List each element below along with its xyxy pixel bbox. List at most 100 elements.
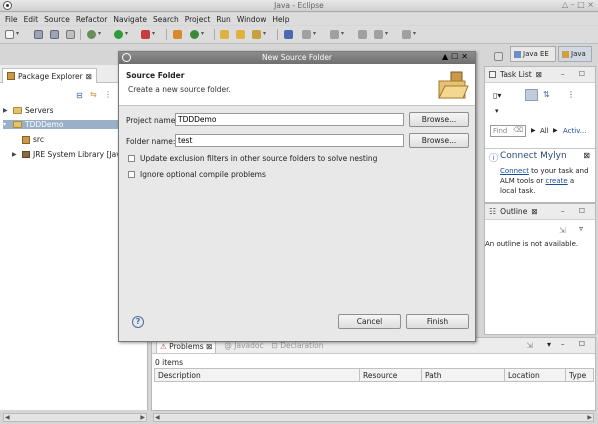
next-annotation-icon[interactable] xyxy=(302,30,311,39)
mylyn-connect-link[interactable]: Connect xyxy=(500,167,529,175)
task-find-input[interactable]: Find ⌫ xyxy=(490,125,526,137)
new-task-icon[interactable]: ▯▾ xyxy=(493,91,501,100)
debug-icon[interactable] xyxy=(87,30,96,39)
next-annotation-dropdown-icon[interactable]: ▾ xyxy=(313,30,316,37)
folder-name-input[interactable] xyxy=(175,134,404,147)
menu-edit[interactable]: Edit xyxy=(24,15,39,24)
open-perspective-icon[interactable] xyxy=(494,52,503,61)
new-dropdown-icon[interactable]: ▾ xyxy=(16,30,19,37)
panel-minmax-controls[interactable]: – ☐ xyxy=(561,207,591,215)
dialog-window-controls[interactable]: ▲☐✕ xyxy=(442,52,471,61)
expand-arrow-icon[interactable]: ▶ xyxy=(3,107,10,114)
tree-item-src[interactable]: src xyxy=(22,135,44,144)
horizontal-scrollbar[interactable]: ◀ ▶ xyxy=(3,413,147,422)
prev-annotation-dropdown-icon[interactable]: ▾ xyxy=(341,30,344,37)
forward-icon[interactable] xyxy=(402,30,411,39)
tree-item-jre[interactable]: ▶ JRE System Library [Java xyxy=(12,150,125,159)
menu-file[interactable]: File xyxy=(5,15,18,24)
column-resource[interactable]: Resource xyxy=(360,369,422,381)
perspective-java-ee[interactable]: Java EE xyxy=(510,46,556,62)
tab-declaration[interactable]: ⊡ Declaration xyxy=(272,341,324,350)
ignore-compile-problems-checkbox[interactable] xyxy=(128,171,135,178)
collapse-all-icon[interactable]: ⊟ xyxy=(76,91,83,100)
open-type-icon[interactable] xyxy=(220,30,229,39)
scroll-right-icon[interactable]: ▶ xyxy=(140,414,145,421)
help-button[interactable]: ? xyxy=(132,316,144,328)
new-java-project-icon[interactable] xyxy=(173,30,182,39)
open-task-icon[interactable] xyxy=(236,30,245,39)
close-icon[interactable]: ⊠ xyxy=(531,207,537,216)
task-filter-all[interactable]: All xyxy=(540,127,549,135)
panel-minmax-controls[interactable]: – ☐ xyxy=(561,340,591,348)
mylyn-create-link[interactable]: create xyxy=(545,177,567,185)
link-with-editor-icon[interactable]: ⇆ xyxy=(90,90,97,99)
new-class-icon[interactable] xyxy=(190,30,199,39)
prev-annotation-icon[interactable] xyxy=(330,30,339,39)
scroll-left-icon[interactable]: ◀ xyxy=(155,414,160,421)
scroll-right-icon[interactable]: ▶ xyxy=(587,414,592,421)
tab-package-explorer[interactable]: Package Explorer ⊠ xyxy=(2,68,97,83)
column-location[interactable]: Location xyxy=(505,369,566,381)
tab-outline[interactable]: Outline xyxy=(500,207,527,216)
categorized-icon[interactable] xyxy=(525,89,538,101)
last-edit-icon[interactable] xyxy=(358,30,367,39)
project-name-input[interactable] xyxy=(175,113,404,126)
column-type[interactable]: Type xyxy=(566,369,593,381)
close-icon[interactable]: ⊠ xyxy=(583,151,590,160)
tree-item-servers[interactable]: ▶ Servers xyxy=(3,106,54,115)
close-icon[interactable]: ⊠ xyxy=(206,342,212,351)
outline-view-menu-icon[interactable]: ▿ xyxy=(579,224,583,233)
run-dropdown-icon[interactable]: ▾ xyxy=(125,30,128,37)
cancel-button[interactable]: Cancel xyxy=(338,314,401,329)
print-icon[interactable] xyxy=(66,30,75,39)
column-description[interactable]: Description xyxy=(155,369,360,381)
tab-task-list[interactable]: Task List xyxy=(500,70,532,79)
search-icon[interactable] xyxy=(252,30,261,39)
perspective-java[interactable]: Java xyxy=(558,46,592,62)
menu-source[interactable]: Source xyxy=(44,15,70,24)
close-icon[interactable]: ⊠ xyxy=(536,70,542,79)
back-dropdown-icon[interactable]: ▾ xyxy=(385,30,388,37)
view-menu-icon[interactable]: ⋮ xyxy=(104,90,112,99)
new-class-dropdown-icon[interactable]: ▾ xyxy=(201,30,204,37)
menu-project[interactable]: Project xyxy=(185,15,211,24)
menu-help[interactable]: Help xyxy=(272,15,289,24)
task-activate-link[interactable]: Activ... xyxy=(563,127,586,135)
finish-button[interactable]: Finish xyxy=(406,314,469,329)
search-dropdown-icon[interactable]: ▾ xyxy=(263,30,266,37)
annotation-icon[interactable] xyxy=(284,30,293,39)
tab-javadoc[interactable]: @ Javadoc xyxy=(224,341,263,350)
panel-minmax-controls[interactable]: – ☐ xyxy=(561,70,591,78)
new-icon[interactable] xyxy=(5,30,14,39)
debug-dropdown-icon[interactable]: ▾ xyxy=(98,30,101,37)
clear-icon[interactable]: ⌫ xyxy=(513,126,523,134)
horizontal-scrollbar[interactable]: ◀ ▶ xyxy=(153,413,594,422)
menu-window[interactable]: Window xyxy=(237,15,267,24)
save-icon[interactable] xyxy=(34,30,43,39)
menu-refactor[interactable]: Refactor xyxy=(76,15,107,24)
save-all-icon[interactable] xyxy=(50,30,59,39)
problems-view-menu-icon[interactable]: ▾ xyxy=(547,340,551,349)
back-icon[interactable] xyxy=(374,30,383,39)
browse-project-button[interactable]: Browse... xyxy=(409,112,469,127)
update-exclusion-label[interactable]: Update exclusion filters in other source… xyxy=(140,154,377,163)
expand-arrow-icon[interactable]: ▶ xyxy=(12,151,19,158)
external-tools-dropdown-icon[interactable]: ▾ xyxy=(152,30,155,37)
update-exclusion-checkbox[interactable] xyxy=(128,155,135,162)
ignore-compile-problems-label[interactable]: Ignore optional compile problems xyxy=(140,170,266,179)
window-controls[interactable]: △ – □ × xyxy=(562,0,594,9)
column-path[interactable]: Path xyxy=(422,369,505,381)
forward-dropdown-icon[interactable]: ▾ xyxy=(413,30,416,37)
menu-navigate[interactable]: Navigate xyxy=(113,15,147,24)
menu-search[interactable]: Search xyxy=(153,15,179,24)
collapse-icon[interactable]: ▾ xyxy=(495,107,499,115)
scroll-left-icon[interactable]: ◀ xyxy=(5,414,10,421)
close-icon[interactable]: ⊠ xyxy=(86,72,92,81)
menu-run[interactable]: Run xyxy=(216,15,230,24)
filter-icon[interactable]: ⇲ xyxy=(526,341,533,350)
browse-folder-button[interactable]: Browse... xyxy=(409,133,469,148)
scheduled-icon[interactable]: ⇅ xyxy=(543,90,550,99)
run-icon[interactable] xyxy=(114,30,123,39)
collapse-arrow-icon[interactable]: ▾ xyxy=(3,121,10,128)
external-tools-icon[interactable] xyxy=(141,30,150,39)
